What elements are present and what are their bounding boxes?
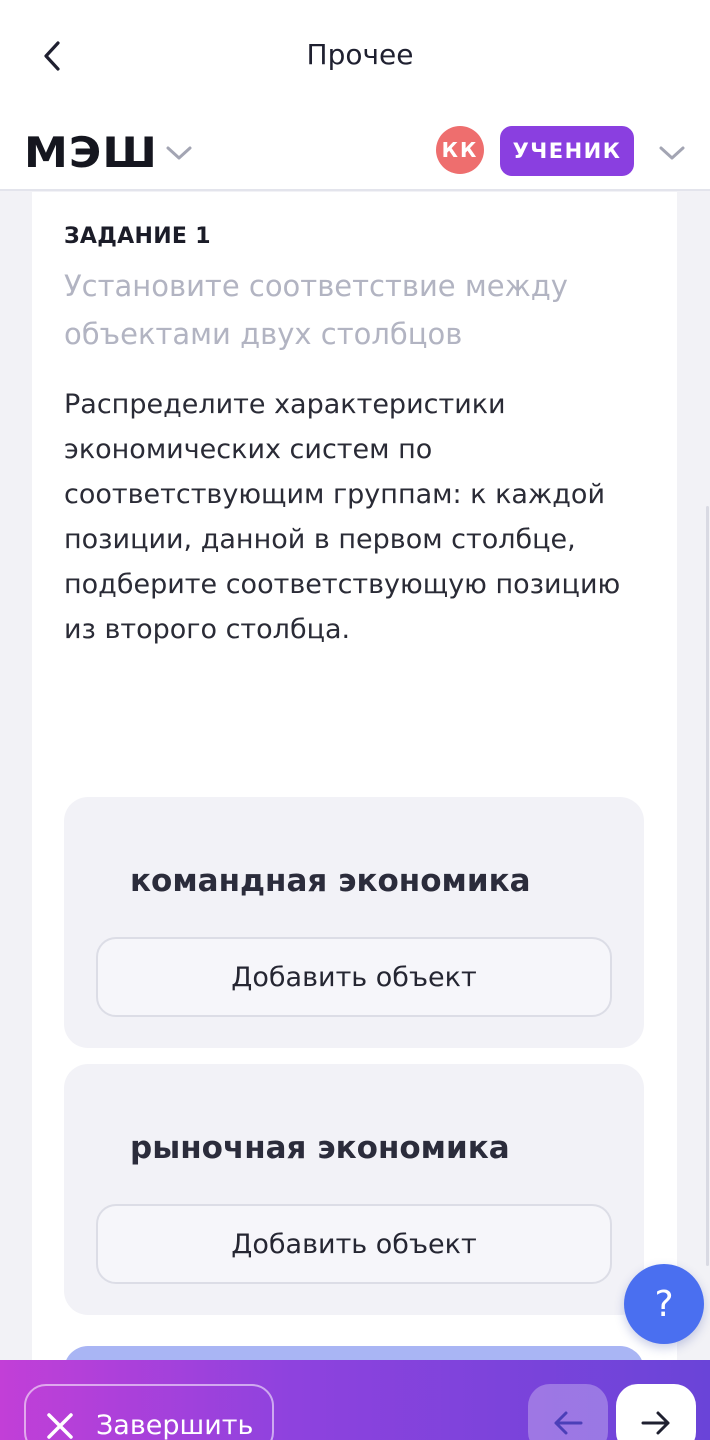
chevron-down-icon[interactable] — [162, 136, 196, 170]
match-group: рыночная экономика Добавить объект — [64, 1064, 644, 1315]
task-card: ЗАДАНИЕ 1 Установите соответствие между … — [32, 192, 677, 1440]
add-object-button[interactable]: Добавить объект — [96, 937, 612, 1017]
arrow-right-icon — [641, 1411, 670, 1435]
close-icon — [47, 1413, 73, 1439]
match-group: командная экономика Добавить объект — [64, 797, 644, 1048]
prev-button[interactable] — [528, 1384, 608, 1440]
next-button[interactable] — [616, 1384, 696, 1440]
task-type: Установите соответствие между объектами … — [64, 269, 568, 351]
group-title: рыночная экономика — [130, 1130, 510, 1166]
avatar[interactable]: КК — [436, 126, 484, 174]
role-badge[interactable]: УЧЕНИК — [500, 126, 634, 176]
task-text: Распределите характеристики экономически… — [64, 389, 621, 645]
mesh-logo[interactable]: МЭШ — [24, 128, 158, 177]
chevron-down-icon[interactable] — [655, 136, 689, 170]
arrow-left-icon — [554, 1411, 583, 1435]
group-title: командная экономика — [130, 863, 531, 899]
task-label: ЗАДАНИЕ 1 — [64, 224, 211, 249]
brand-bar: МЭШ КК УЧЕНИК — [0, 112, 710, 191]
add-object-button[interactable]: Добавить объект — [96, 1204, 612, 1284]
bottom-bar: Завершить — [0, 1360, 710, 1440]
page-title: Прочее — [306, 38, 414, 71]
help-button[interactable]: ? — [624, 1264, 704, 1344]
scrollbar[interactable] — [706, 506, 709, 1266]
top-bar: Прочее — [0, 0, 710, 112]
finish-label: Завершить — [96, 1410, 254, 1440]
finish-button[interactable]: Завершить — [24, 1384, 274, 1440]
